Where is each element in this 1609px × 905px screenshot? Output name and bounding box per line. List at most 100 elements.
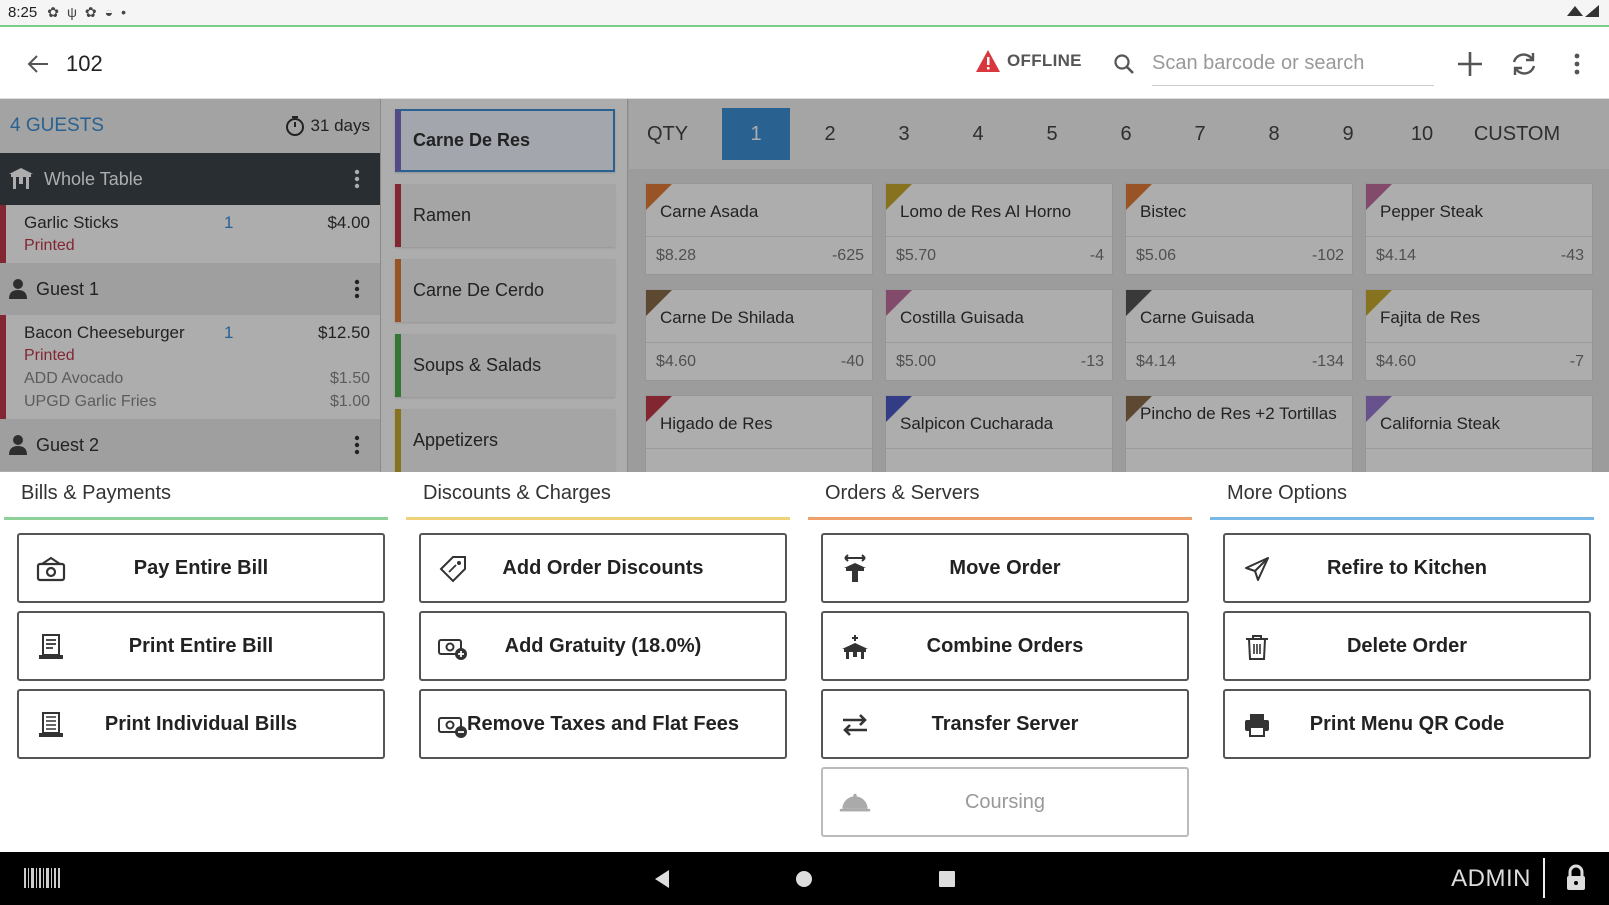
item-name: Bacon Cheeseburger [24,322,185,342]
product-tile[interactable]: Fajita de Res $4.60 -7 [1365,289,1593,381]
item-status: Printed [24,236,75,254]
item-qty: 1 [224,212,234,232]
product-stock: -43 [1560,247,1584,264]
product-name: Higado de Res [660,414,773,433]
order-timer: 31 days [284,115,370,137]
category-list: Carne De Res Ramen Carne De Cerdo Soups … [381,99,628,472]
add-gratuity-button[interactable]: Add Gratuity (18.0%) [419,611,787,681]
user-label[interactable]: ADMIN [1451,865,1531,893]
barcode-icon[interactable] [24,868,60,893]
arrow-back-icon [27,54,48,73]
guest-menu-button[interactable] [342,430,372,460]
print-individual-bills-button[interactable]: Print Individual Bills [17,689,385,759]
nav-back-icon[interactable] [653,869,671,894]
overflow-menu-button[interactable] [1558,45,1596,83]
button-label: Remove Taxes and Flat Fees [467,712,739,735]
product-tile[interactable]: Carne Guisada $4.14 -134 [1125,289,1353,381]
system-nav-bar: ADMIN [0,852,1609,905]
whole-table-menu-button[interactable] [342,164,372,194]
qty-option-2[interactable]: 2 [796,108,864,160]
order-title: 102 [66,50,103,76]
order-item[interactable]: Garlic Sticks 1 $4.00 Printed [0,205,380,263]
move-order-button[interactable]: Move Order [821,533,1189,603]
back-button[interactable] [20,46,56,82]
status-time: 8:25 [8,4,38,21]
product-price: $5.06 [1136,247,1177,264]
qty-option-4[interactable]: 4 [944,108,1012,160]
product-tile[interactable]: California Steak [1365,395,1593,472]
product-tile[interactable]: Higado de Res [645,395,873,472]
button-label: Combine Orders [926,634,1084,657]
order-content: 4 GUESTS 31 days Whole Table Garlic Stic… [0,99,1609,472]
product-stock: -7 [1569,353,1584,370]
refire-to-kitchen-button[interactable]: Refire to Kitchen [1223,533,1591,603]
product-name: Salpicon Cucharada [900,414,1054,433]
print-entire-bill-button[interactable]: Print Entire Bill [17,611,385,681]
product-price: $5.00 [896,353,937,370]
product-tile[interactable]: Pepper Steak $4.14 -43 [1365,183,1593,275]
search-icon [1112,52,1136,81]
lock-icon[interactable] [1565,864,1587,897]
transfer-server-button[interactable]: Transfer Server [821,689,1189,759]
more-vert-icon [1574,53,1580,75]
delete-order-button[interactable]: Delete Order [1223,611,1591,681]
app-bar: 102 OFFLINE [0,29,1609,99]
warning-icon [976,50,1000,72]
whole-table-row[interactable]: Whole Table [0,153,380,205]
category-appetizers[interactable]: Appetizers [395,409,615,472]
product-tile[interactable]: Salpicon Cucharada [885,395,1113,472]
item-name: Garlic Sticks [24,212,119,232]
guest-row-2[interactable]: Guest 2 [0,419,380,471]
qty-option-9[interactable]: 9 [1314,108,1382,160]
category-carne-de-res[interactable]: Carne De Res [395,109,615,172]
remove-taxes-fees-button[interactable]: Remove Taxes and Flat Fees [419,689,787,759]
category-label: Carne De Res [413,130,531,150]
item-status: Printed [24,346,75,364]
qty-option-8[interactable]: 8 [1240,108,1308,160]
add-button[interactable] [1451,45,1489,83]
qty-option-5[interactable]: 5 [1018,108,1086,160]
wifi-status-icon: ◒ [104,4,114,20]
button-label: Delete Order [1346,634,1468,657]
product-tile[interactable]: Carne De Shilada $4.60 -40 [645,289,873,381]
search-box [1112,42,1434,86]
add-order-discounts-button[interactable]: Add Order Discounts [419,533,787,603]
search-input[interactable] [1152,42,1434,86]
combine-orders-button[interactable]: Combine Orders [821,611,1189,681]
person-icon [9,279,27,299]
product-tile[interactable]: Lomo de Res Al Horno $5.70 -4 [885,183,1113,275]
guest-count[interactable]: 4 GUESTS [10,115,104,137]
product-price: $5.70 [896,247,937,264]
qty-option-3[interactable]: 3 [870,108,938,160]
product-tile[interactable]: Carne Asada $8.28 -625 [645,183,873,275]
item-qty: 1 [224,322,234,342]
qty-custom-button[interactable]: CUSTOM [1462,108,1572,160]
category-carne-de-cerdo[interactable]: Carne De Cerdo [395,259,615,322]
button-label: Print Individual Bills [104,712,298,735]
quantity-bar: QTY 1 2 3 4 5 6 7 8 9 10 CUSTOM [629,99,1609,169]
pay-entire-bill-button[interactable]: Pay Entire Bill [17,533,385,603]
guests-header: 4 GUESTS 31 days [0,99,380,153]
more-vert-icon [354,279,360,299]
product-tile[interactable]: Bistec $5.06 -102 [1125,183,1353,275]
refresh-button[interactable] [1505,45,1543,83]
order-item[interactable]: Bacon Cheeseburger 1 $12.50 Printed ADD … [0,315,380,419]
qty-option-1[interactable]: 1 [722,108,790,160]
print-menu-qr-code-button[interactable]: Print Menu QR Code [1223,689,1591,759]
category-ramen[interactable]: Ramen [395,184,615,247]
qty-option-6[interactable]: 6 [1092,108,1160,160]
product-tile[interactable]: Pincho de Res +2 Tortillas [1125,395,1353,472]
item-price: $12.50 [318,322,370,342]
qty-option-10[interactable]: 10 [1388,108,1456,160]
guest-menu-button[interactable] [342,274,372,304]
guest-row-1[interactable]: Guest 1 [0,263,380,315]
nav-recents-icon[interactable] [938,870,956,893]
nav-home-icon[interactable] [795,870,813,893]
coursing-button[interactable]: Coursing [821,767,1189,837]
qty-option-7[interactable]: 7 [1166,108,1234,160]
status-icons: ✿ ψ ✿ ◒ • [47,4,126,21]
offline-indicator: OFFLINE [975,49,1082,73]
product-tile[interactable]: Costilla Guisada $5.00 -13 [885,289,1113,381]
table-icon [9,168,33,189]
category-soups-salads[interactable]: Soups & Salads [395,334,615,397]
